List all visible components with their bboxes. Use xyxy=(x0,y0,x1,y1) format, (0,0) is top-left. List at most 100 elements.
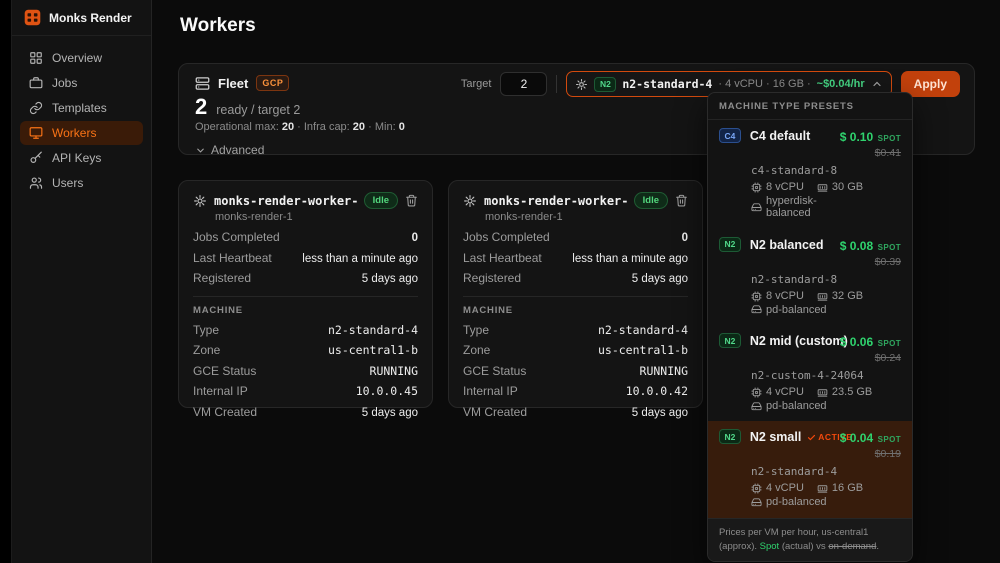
grid-icon xyxy=(30,52,42,64)
last-heartbeat-label: Last Heartbeat xyxy=(193,250,272,265)
worker-card-p7cf: monks-render-worker-p7cf Idle monks-rend… xyxy=(178,180,433,419)
divider xyxy=(463,296,688,297)
vm-created-label: VM Created xyxy=(193,404,258,419)
worker-name: monks-render-worker-p7cf xyxy=(214,193,357,208)
sidebar-nav: Overview Jobs Templates Workers API Keys… xyxy=(12,36,151,206)
chevron-down-icon xyxy=(197,148,204,152)
worker-group: monks-render-1 xyxy=(485,211,563,223)
machine-section-label: MACHINE xyxy=(463,305,513,316)
operational-max-value: 20 xyxy=(281,121,295,133)
type-label: Type xyxy=(193,322,220,337)
disk-icon xyxy=(751,305,762,314)
sidebar-item-users[interactable]: Users xyxy=(20,171,143,195)
ready-label: ready / target 2 xyxy=(216,103,301,117)
preset-disk: pd-balanced xyxy=(766,496,827,509)
sidebar-item-jobs[interactable]: Jobs xyxy=(20,71,143,95)
zone-value: us-central1-b xyxy=(327,343,418,357)
sidebar-item-templates[interactable]: Templates xyxy=(20,96,143,120)
preset-price: $ 0.10 xyxy=(839,130,874,144)
preset-ram: 30 GB xyxy=(831,181,864,193)
min-value: 0 xyxy=(398,121,405,133)
preset-machine-type: c4-standard-8 xyxy=(751,164,838,177)
sidebar-item-label: Users xyxy=(52,176,84,190)
preset-item-n2-small[interactable]: N2 N2 small ACTIVE $ 0.04 SPOT $0.19 n2-… xyxy=(708,421,912,518)
internal-ip-value: 10.0.0.42 xyxy=(625,384,688,398)
preset-disk: hyperdisk-balanced xyxy=(766,194,817,220)
preset-price: $ 0.06 xyxy=(839,335,874,350)
selected-machine-specs: · 4 vCPU · 16 GB · xyxy=(718,78,811,90)
preset-title: C4 default xyxy=(749,129,811,143)
gear-icon xyxy=(464,194,476,207)
preset-old-price: $0.24 xyxy=(874,352,901,365)
preset-ram: 32 GB xyxy=(831,289,864,302)
ram-icon xyxy=(817,184,828,192)
idle-status-badge: Idle xyxy=(633,192,668,209)
idle-status-badge: Idle xyxy=(363,192,398,209)
sidebar-item-api-keys[interactable]: API Keys xyxy=(20,146,143,170)
gce-status-value: RUNNING xyxy=(639,363,688,378)
infra-cap-label: Infra cap: xyxy=(303,121,350,133)
preset-old-price: $0.19 xyxy=(874,448,901,461)
page-title: Workers xyxy=(180,15,256,36)
min-label: Min: xyxy=(374,121,396,133)
preset-item-c4-default[interactable]: C4 C4 default $ 0.10 SPOT $0.41 c4-stand… xyxy=(708,120,912,229)
preset-disk: pd-balanced xyxy=(766,399,827,412)
n2-badge: N2 xyxy=(719,333,741,349)
stat-separator: · xyxy=(297,121,301,133)
preset-ram: 23.5 GB xyxy=(831,386,873,399)
delete-worker-button[interactable] xyxy=(675,194,688,207)
trash-icon xyxy=(406,194,417,207)
preset-old-price: $0.39 xyxy=(874,255,901,268)
preset-ram: 16 GB xyxy=(831,482,864,495)
worker-card-20z6: monks-render-worker-20z6 Idle monks-rend… xyxy=(448,180,703,419)
key-icon xyxy=(30,151,42,163)
main-content: Workers Fleet GCP 2 ready / target 2 Ope… xyxy=(152,0,1000,563)
vm-created-value: 5 days ago xyxy=(361,406,418,419)
zone-value: us-central1-b xyxy=(597,343,688,357)
preset-cpu: 4 vCPU xyxy=(766,386,804,399)
preset-item-n2-mid-custom[interactable]: N2 N2 mid (custom) $ 0.06 SPOT $0.24 n2-… xyxy=(708,325,912,421)
last-heartbeat-label: Last Heartbeat xyxy=(463,250,542,265)
zone-label: Zone xyxy=(463,343,491,357)
server-icon xyxy=(195,76,210,90)
ready-count: 2 xyxy=(195,94,208,119)
target-input[interactable] xyxy=(500,72,548,96)
gce-status-value: RUNNING xyxy=(369,363,418,378)
preset-title: N2 balanced xyxy=(749,237,824,252)
ram-icon xyxy=(817,389,828,397)
gear-icon xyxy=(194,194,206,207)
gce-status-label: GCE Status xyxy=(463,363,527,378)
monks-render-logo-icon xyxy=(24,9,41,26)
monitor-icon xyxy=(29,127,43,139)
preset-machine-type: n2-custom-4-24064 xyxy=(751,369,864,383)
preset-old-price: $0.41 xyxy=(874,147,901,159)
preset-machine-type: n2-standard-8 xyxy=(751,272,838,286)
fleet-title: Fleet xyxy=(218,75,249,91)
spot-word: Spot xyxy=(759,540,780,552)
type-label: Type xyxy=(463,322,490,337)
preset-cpu: 8 vCPU xyxy=(766,289,804,302)
internal-ip-label: Internal IP xyxy=(193,384,248,398)
sidebar-item-label: Jobs xyxy=(52,76,78,90)
separator xyxy=(556,75,558,93)
check-icon xyxy=(808,434,816,441)
users-icon xyxy=(29,177,43,189)
divider xyxy=(193,296,418,297)
sidebar-item-overview[interactable]: Overview xyxy=(20,46,143,70)
sidebar-item-label: Workers xyxy=(52,126,97,140)
vm-created-label: VM Created xyxy=(463,404,528,419)
stat-separator: · xyxy=(368,121,372,133)
delete-worker-button[interactable] xyxy=(405,194,418,207)
chevron-up-icon xyxy=(873,81,881,87)
presets-menu-header: MACHINE TYPE PRESETS xyxy=(708,93,912,120)
zone-label: Zone xyxy=(193,343,221,357)
jobs-completed-value: 0 xyxy=(681,232,688,244)
preset-item-n2-balanced[interactable]: N2 N2 balanced $ 0.08 SPOT $0.39 n2-stan… xyxy=(708,229,912,325)
preset-cpu: 8 vCPU xyxy=(766,181,804,193)
spot-tag: SPOT xyxy=(877,242,901,252)
sidebar-item-workers[interactable]: Workers xyxy=(20,121,143,145)
spot-tag: SPOT xyxy=(877,435,901,445)
advanced-label: Advanced xyxy=(211,143,265,157)
internal-ip-value: 10.0.0.45 xyxy=(355,384,418,398)
preset-price: $ 0.04 xyxy=(839,431,874,446)
